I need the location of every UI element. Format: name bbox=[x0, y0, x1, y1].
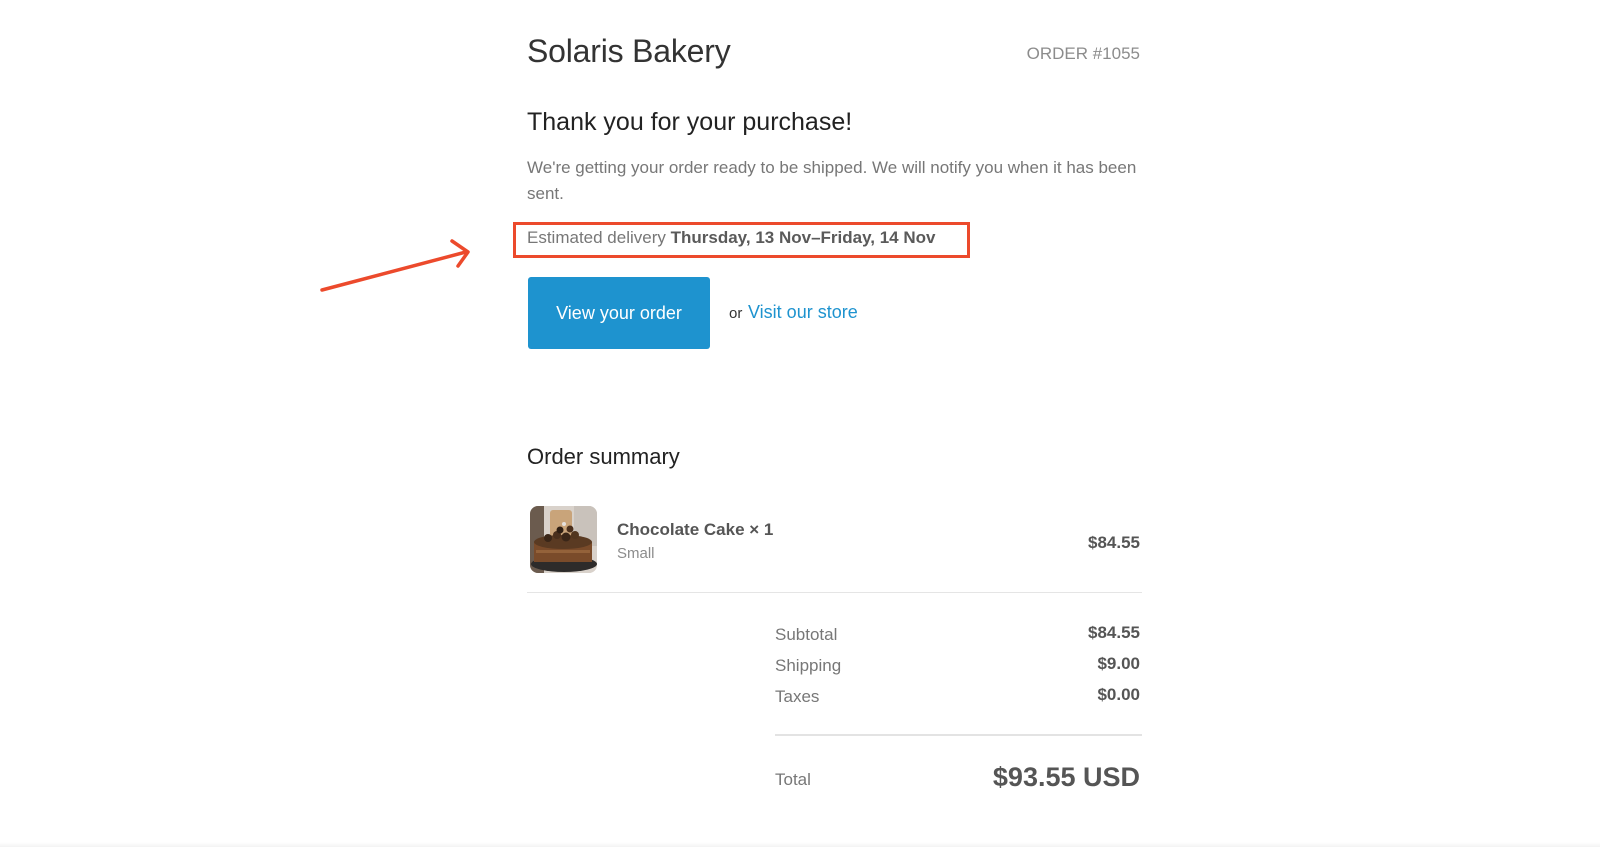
visit-store-link[interactable]: Visit our store bbox=[748, 302, 858, 323]
item-name: Chocolate Cake × 1 bbox=[617, 520, 774, 539]
annotation-arrow-icon bbox=[320, 239, 470, 292]
item-price: $84.55 bbox=[1088, 533, 1140, 552]
order-number: ORDER #1055 bbox=[1026, 44, 1140, 63]
chocolate-cake-thumbnail bbox=[530, 506, 597, 573]
total-label: Total bbox=[775, 770, 811, 789]
taxes-label: Taxes bbox=[775, 687, 820, 706]
delivery-dates: Thursday, 13 Nov–Friday, 14 Nov bbox=[670, 228, 936, 247]
actions-row: View your order or Visit our store bbox=[527, 277, 1140, 349]
taxes-value: $0.00 bbox=[1097, 685, 1140, 704]
or-text: or bbox=[729, 305, 743, 322]
list-item: Chocolate Cake × 1 Small $84.55 bbox=[527, 506, 1142, 593]
item-variant: Small bbox=[617, 545, 655, 562]
estimated-delivery: Estimated delivery Thursday, 13 Nov–Frid… bbox=[527, 228, 935, 248]
total-value: $93.55 USD bbox=[992, 762, 1140, 792]
thank-you-heading: Thank you for your purchase! bbox=[527, 108, 853, 136]
order-confirmation-page: Solaris Bakery ORDER #1055 Thank you for… bbox=[0, 0, 1600, 847]
shipping-message: We're getting your order ready to be shi… bbox=[527, 158, 1137, 203]
totals-divider bbox=[775, 734, 1142, 736]
total-row: Total $93.55 USD bbox=[775, 762, 1142, 802]
subtotal-value: $84.55 bbox=[1088, 623, 1140, 642]
shipping-row: Shipping $9.00 bbox=[775, 651, 1142, 682]
order-summary-title: Order summary bbox=[527, 444, 680, 469]
shop-name: Solaris Bakery bbox=[527, 33, 731, 69]
footer-edge bbox=[0, 842, 1600, 847]
shipping-value: $9.00 bbox=[1097, 654, 1140, 673]
shipping-label: Shipping bbox=[775, 656, 842, 675]
taxes-row: Taxes $0.00 bbox=[775, 682, 1142, 713]
subtotal-label: Subtotal bbox=[775, 625, 838, 644]
delivery-label: Estimated delivery bbox=[527, 228, 666, 247]
view-order-button[interactable]: View your order bbox=[528, 277, 710, 349]
subtotal-row: Subtotal $84.55 bbox=[775, 620, 1142, 651]
totals-section: Subtotal $84.55 Shipping $9.00 Taxes $0.… bbox=[775, 620, 1142, 713]
email-header: Solaris Bakery ORDER #1055 bbox=[527, 30, 1140, 74]
